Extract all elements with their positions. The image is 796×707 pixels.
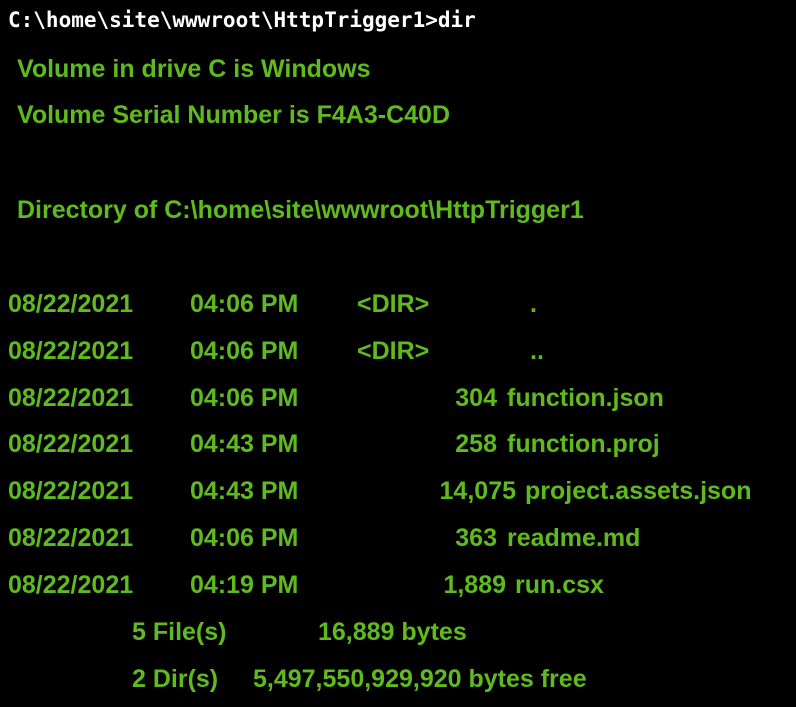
entry-date: 08/22/2021 [8,430,134,458]
command-prompt-line: C:\home\site\wwwroot\HttpTrigger1>dir [8,8,476,32]
entry-name: function.proj [507,430,660,458]
volume-label-line: Volume in drive C is Windows [17,55,371,83]
entry-dir-marker: <DIR> [357,290,430,318]
entry-name: . [530,290,537,318]
entry-size: 14,075 [439,477,516,505]
entry-name: project.assets.json [525,477,752,505]
entry-dir-marker: <DIR> [357,337,430,365]
entry-size: 1,889 [443,571,506,599]
entry-time: 04:06 PM [190,337,299,365]
entry-time: 04:06 PM [190,290,299,318]
entry-time: 04:06 PM [190,524,299,552]
files-summary-bytes: 16,889 bytes [318,618,467,646]
entry-name: .. [530,337,544,365]
entry-name: function.json [507,384,664,412]
entry-date: 08/22/2021 [8,384,134,412]
entry-date: 08/22/2021 [8,524,134,552]
volume-serial-line: Volume Serial Number is F4A3-C40D [17,101,451,129]
entry-time: 04:06 PM [190,384,299,412]
entry-size: 363 [455,524,497,552]
files-summary-count: 5 File(s) [132,618,227,646]
directory-of-line: Directory of C:\home\site\wwwroot\HttpTr… [17,196,584,224]
entry-name: readme.md [507,524,641,552]
entry-time: 04:19 PM [190,571,299,599]
entry-size: 304 [455,384,497,412]
entry-size: 258 [455,430,497,458]
entry-date: 08/22/2021 [8,571,134,599]
entry-time: 04:43 PM [190,430,299,458]
dirs-summary-count: 2 Dir(s) [132,665,219,693]
entry-name: run.csx [515,571,604,599]
entry-date: 08/22/2021 [8,477,134,505]
dirs-summary-bytes: 5,497,550,929,920 bytes free [253,665,587,693]
entry-date: 08/22/2021 [8,290,134,318]
entry-time: 04:43 PM [190,477,299,505]
terminal-window[interactable]: C:\home\site\wwwroot\HttpTrigger1>dir Vo… [0,0,796,707]
entry-date: 08/22/2021 [8,337,134,365]
